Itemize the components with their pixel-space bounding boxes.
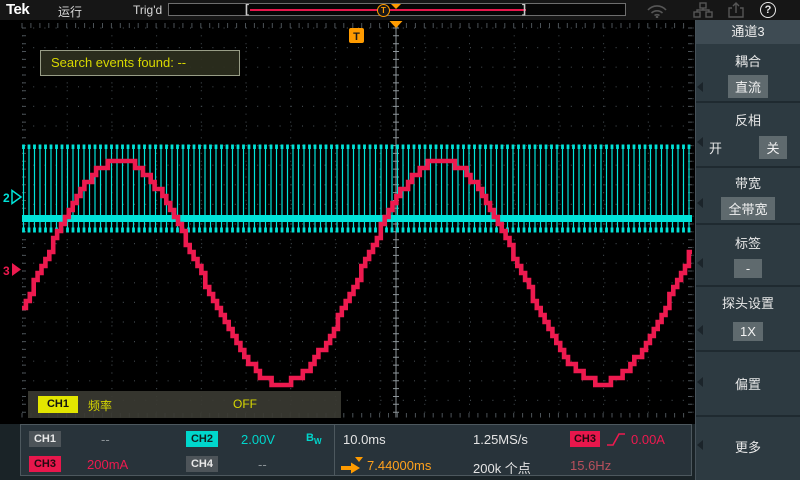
measurement-value: OFF [233, 397, 257, 411]
top-bar: Tek 运行 Trig'd [ ] T ? [0, 0, 800, 20]
coupling-label: 耦合 [735, 51, 761, 70]
ch2-scale: 2.00V [241, 432, 275, 447]
ch2-reference-marker[interactable]: 2 [3, 191, 10, 205]
invert-label: 反相 [735, 110, 761, 129]
search-events-banner: Search events found: -- [40, 50, 240, 76]
probe-setup-label: 探头设置 [722, 293, 774, 312]
status-bar: CH1 -- CH2 2.00V BW CH3 200mA CH4 -- 10.… [0, 424, 695, 480]
section-arrow-icon [697, 377, 703, 387]
ch1-scale: -- [101, 432, 110, 447]
trigger-point-letter: T [353, 31, 360, 43]
coupling-value-button[interactable]: 直流 [728, 75, 768, 98]
oscilloscope-screen: Tek 运行 Trig'd [ ] T ? 2 3 T [0, 0, 800, 480]
trigger-status: Trig'd [133, 3, 162, 17]
section-arrow-icon [697, 258, 703, 268]
trigger-source-badge[interactable]: CH3 [570, 431, 600, 447]
ch3-badge[interactable]: CH3 [29, 456, 61, 472]
menu-section-coupling[interactable]: 耦合 直流 [696, 44, 800, 103]
trigger-level: 0.00A [631, 432, 665, 447]
rising-edge-icon [605, 431, 627, 448]
measurement-bar[interactable]: CH1 频率 OFF [28, 391, 341, 418]
horizontal-delay: 7.44000ms [367, 458, 431, 473]
label-label: 标签 [735, 233, 761, 252]
ch3-reference-marker[interactable]: 3 [3, 264, 10, 278]
ch2-badge[interactable]: CH2 [186, 431, 218, 447]
status-panel: CH1 -- CH2 2.00V BW CH3 200mA CH4 -- 10.… [20, 424, 692, 476]
menu-section-more[interactable]: 更多 [696, 417, 800, 480]
invert-off-option[interactable]: 关 [759, 136, 787, 159]
export-icon [727, 2, 745, 18]
waveform-display: 2 3 T [0, 20, 695, 424]
measurement-name: 频率 [88, 397, 112, 414]
tek-logo: Tek [6, 1, 29, 18]
help-icon[interactable]: ? [760, 2, 776, 18]
invert-on-option[interactable]: 开 [709, 138, 722, 157]
ch4-scale: -- [258, 457, 267, 472]
side-menu: 通道3 耦合 直流 反相 开 关 带宽 全带宽 标签 - 探头设置 [695, 20, 800, 480]
record-view-bar[interactable]: [ ] T [168, 3, 626, 16]
horizontal-scale: 10.0ms [343, 432, 386, 447]
menu-section-offset[interactable]: 偏置 [696, 352, 800, 417]
section-arrow-icon [697, 82, 703, 92]
menu-section-bandwidth[interactable]: 带宽 全带宽 [696, 168, 800, 225]
measurement-source-badge: CH1 [38, 396, 78, 413]
window-right-bracket: ] [522, 2, 526, 16]
section-arrow-icon [697, 137, 703, 147]
side-menu-title: 通道3 [696, 20, 800, 44]
window-left-bracket: [ [245, 2, 249, 16]
expansion-point-triangle-icon [390, 21, 403, 28]
section-arrow-icon [697, 198, 703, 208]
more-label: 更多 [735, 437, 761, 456]
record-length: 200k 个点 [473, 458, 531, 477]
menu-section-probe[interactable]: 探头设置 1X [696, 287, 800, 352]
bandwidth-limit-icon: BW [306, 432, 322, 446]
expansion-point-icon [391, 4, 401, 9]
delay-arrow-icon [339, 455, 365, 475]
ch3-marker-arrow-icon[interactable] [12, 263, 21, 276]
section-arrow-icon [697, 325, 703, 335]
acquisition-status: 运行 [58, 3, 82, 20]
ch2-marker-arrow-icon[interactable] [12, 191, 21, 204]
panel-divider [334, 425, 335, 475]
ch1-badge[interactable]: CH1 [29, 431, 61, 447]
ch4-badge[interactable]: CH4 [186, 456, 218, 472]
wifi-icon [645, 2, 669, 18]
menu-section-label[interactable]: 标签 - [696, 225, 800, 287]
bandwidth-label: 带宽 [735, 173, 761, 192]
offset-label: 偏置 [735, 374, 761, 393]
bandwidth-value-button[interactable]: 全带宽 [721, 197, 774, 220]
menu-section-invert[interactable]: 反相 开 关 [696, 103, 800, 168]
network-icon [693, 2, 713, 18]
label-value-button[interactable]: - [734, 259, 762, 278]
ch3-scale: 200mA [87, 457, 128, 472]
trigger-position-icon[interactable]: T [377, 4, 390, 17]
sample-rate: 1.25MS/s [473, 432, 528, 447]
section-arrow-icon [697, 440, 703, 450]
trigger-frequency: 15.6Hz [570, 458, 611, 473]
probe-value-button[interactable]: 1X [733, 322, 763, 341]
